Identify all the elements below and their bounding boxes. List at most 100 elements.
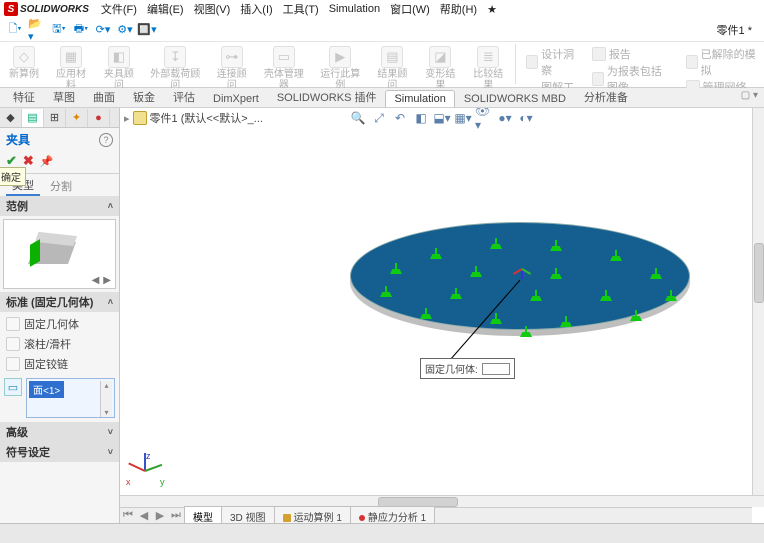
collapse-icon[interactable]: ˄	[108, 297, 113, 307]
tab-sketch[interactable]: 草图	[44, 86, 84, 107]
ribbon-compare[interactable]: ≣比较结果	[467, 44, 509, 93]
menu-window[interactable]: 窗口(W)	[386, 0, 434, 18]
qa-print-icon[interactable]: 🖶▾	[72, 21, 90, 39]
tabstrip-collapse-icon[interactable]: ▢ ▾	[741, 90, 758, 101]
tab-features[interactable]: 特征	[4, 86, 44, 107]
menu-star-icon[interactable]: ★	[483, 2, 501, 17]
vtab-3dview[interactable]: 3D 视图	[221, 506, 275, 524]
pm-std-fixed[interactable]: 固定几何体	[0, 314, 119, 334]
selection-filter-icon[interactable]: ▭	[4, 378, 22, 396]
pm-selection-list[interactable]: ▴▾ 面<1>	[26, 378, 115, 418]
tab-evaluate[interactable]: 评估	[164, 86, 204, 107]
breadcrumb-text[interactable]: 零件1 (默认<<默认>_...	[150, 110, 263, 126]
heads-up-toolbar: 🔍 ⤢ ↶ ◧ ⬓▾ ▦▾ 👁▾ ●▾ ◐▾	[349, 110, 535, 126]
pm-tab-property-icon[interactable]: ▤	[22, 109, 44, 127]
ribbon-design-insight[interactable]: 设计洞察	[526, 46, 578, 78]
menu-file[interactable]: 文件(F)	[97, 0, 141, 18]
ribbon-connection-advisor[interactable]: ⊶连接顾问	[211, 44, 253, 93]
pm-tab-config-icon[interactable]: ⊞	[44, 109, 66, 127]
ribbon-deform[interactable]: ◪变形结果	[419, 44, 461, 93]
menu-insert[interactable]: 插入(I)	[236, 0, 276, 18]
menu-view[interactable]: 视图(V)	[190, 0, 235, 18]
pm-pin-icon[interactable]: 📌	[40, 155, 54, 168]
viewport-tabbar: ⏮ ◀ ▶ ⏭ 模型 3D 视图 运动算例 1 静应力分析 1	[120, 507, 752, 523]
app-logo: S SOLIDWORKS	[4, 2, 89, 16]
pm-tab-appearance-icon[interactable]: ●	[88, 109, 110, 127]
fixture-callout[interactable]: 固定几何体:	[420, 358, 515, 379]
pm-selection-item[interactable]: 面<1>	[29, 381, 64, 398]
breadcrumb-arrow-icon[interactable]: ▸	[124, 112, 130, 125]
expand-icon[interactable]: ˅	[108, 427, 113, 437]
view-orient-icon[interactable]: ⬓▾	[433, 110, 451, 126]
menu-help[interactable]: 帮助(H)	[436, 0, 481, 18]
vtab-model[interactable]: 模型	[184, 506, 222, 524]
fixture-symbol	[420, 308, 432, 320]
fixture-symbol	[630, 310, 642, 322]
ribbon-new-study[interactable]: ◇新算例	[4, 44, 44, 82]
section-view-icon[interactable]: ◧	[412, 110, 430, 126]
pm-std-hinge[interactable]: 固定铰链	[0, 354, 119, 374]
prev-view-icon[interactable]: ↶	[391, 110, 409, 126]
document-title: 零件1 *	[711, 22, 758, 38]
pm-std-list: 固定几何体 滚柱/滑杆 固定铰链	[0, 314, 119, 374]
scene-icon[interactable]: ◐▾	[517, 110, 535, 126]
tab-dimxpert[interactable]: DimXpert	[204, 90, 268, 107]
tab-mbd[interactable]: SOLIDWORKS MBD	[455, 90, 575, 107]
menu-bar: S SOLIDWORKS 文件(F) 编辑(E) 视图(V) 插入(I) 工具(…	[0, 0, 764, 18]
menu-tools[interactable]: 工具(T)	[279, 0, 323, 18]
pm-thumb-pager[interactable]: ◀▶	[92, 275, 111, 286]
qa-options-icon[interactable]: ⚙▾	[116, 21, 134, 39]
callout-leader	[520, 280, 620, 360]
pm-section-advanced[interactable]: 高级˅	[0, 422, 119, 442]
pm-tab-dimxpert-icon[interactable]: ✦	[66, 109, 88, 127]
menu-simulation[interactable]: Simulation	[325, 2, 384, 16]
ribbon-report[interactable]: 报告	[592, 46, 631, 62]
pm-section-symbol[interactable]: 符号设定˅	[0, 442, 119, 462]
fixture-symbol	[650, 268, 662, 280]
tab-addins[interactable]: SOLIDWORKS 插件	[268, 86, 386, 107]
tab-analysis-prep[interactable]: 分析准备	[575, 86, 637, 107]
property-manager-panel: ◆ ▤ ⊞ ✦ ● 夹具 ? ✔ ✖ 📌 确定 类型 分割 范例˄ ◀▶	[0, 108, 120, 523]
fixture-symbol	[550, 240, 562, 252]
vtab-motion[interactable]: 运动算例 1	[274, 506, 351, 524]
pm-help-icon[interactable]: ?	[99, 133, 113, 147]
selection-scrollbar[interactable]: ▴▾	[100, 381, 112, 417]
fixture-symbol	[470, 266, 482, 278]
callout-label: 固定几何体:	[425, 361, 478, 376]
vtab-last-icon[interactable]: ⏭	[168, 509, 184, 522]
zoom-area-icon[interactable]: ⤢	[370, 110, 388, 126]
feature-breadcrumb[interactable]: ▸ 零件1 (默认<<默认>_...	[124, 110, 263, 126]
callout-field[interactable]	[482, 363, 510, 375]
origin-triad-icon	[515, 263, 529, 277]
vtab-static[interactable]: 静应力分析 1	[350, 506, 435, 524]
qa-appearance-icon[interactable]: 🔲▾	[138, 21, 156, 39]
collapse-icon[interactable]: ˄	[108, 201, 113, 211]
vtab-prev-icon[interactable]: ◀	[136, 509, 152, 522]
expand-icon[interactable]: ˅	[108, 447, 113, 457]
qa-new-icon[interactable]: 🗋▾	[6, 21, 24, 39]
appearance-icon[interactable]: ●▾	[496, 110, 514, 126]
tab-simulation[interactable]: Simulation	[385, 90, 454, 107]
viewport-v-scrollbar[interactable]	[752, 108, 764, 495]
qa-open-icon[interactable]: 📂▾	[28, 21, 46, 39]
hide-show-icon[interactable]: 👁▾	[475, 110, 493, 126]
vtab-next-icon[interactable]: ▶	[152, 509, 168, 522]
pm-std-roller[interactable]: 滚柱/滑杆	[0, 334, 119, 354]
tab-sheetmetal[interactable]: 钣金	[124, 86, 164, 107]
menu-edit[interactable]: 编辑(E)	[143, 0, 188, 18]
pm-subtab-split[interactable]: 分割	[44, 177, 78, 195]
qa-save-icon[interactable]: 🖫▾	[50, 21, 68, 39]
pm-tab-feature-tree-icon[interactable]: ◆	[0, 109, 22, 127]
fixture-symbol	[450, 288, 462, 300]
pm-section-example[interactable]: 范例˄	[0, 196, 119, 216]
zoom-fit-icon[interactable]: 🔍	[349, 110, 367, 126]
display-style-icon[interactable]: ▦▾	[454, 110, 472, 126]
ribbon-released-sim[interactable]: 已解除的模拟	[686, 46, 756, 78]
graphics-viewport[interactable]: ▸ 零件1 (默认<<默认>_... 🔍 ⤢ ↶ ◧ ⬓▾ ▦▾ 👁▾ ●▾ ◐…	[120, 108, 764, 523]
qa-rebuild-icon[interactable]: ⟳▾	[94, 21, 112, 39]
app-brand: SOLIDWORKS	[20, 4, 89, 15]
vtab-first-icon[interactable]: ⏮	[120, 509, 136, 522]
tab-surfaces[interactable]: 曲面	[84, 86, 124, 107]
view-triad[interactable]: z x y	[126, 453, 166, 493]
pm-section-standard[interactable]: 标准 (固定几何体)˄	[0, 292, 119, 312]
